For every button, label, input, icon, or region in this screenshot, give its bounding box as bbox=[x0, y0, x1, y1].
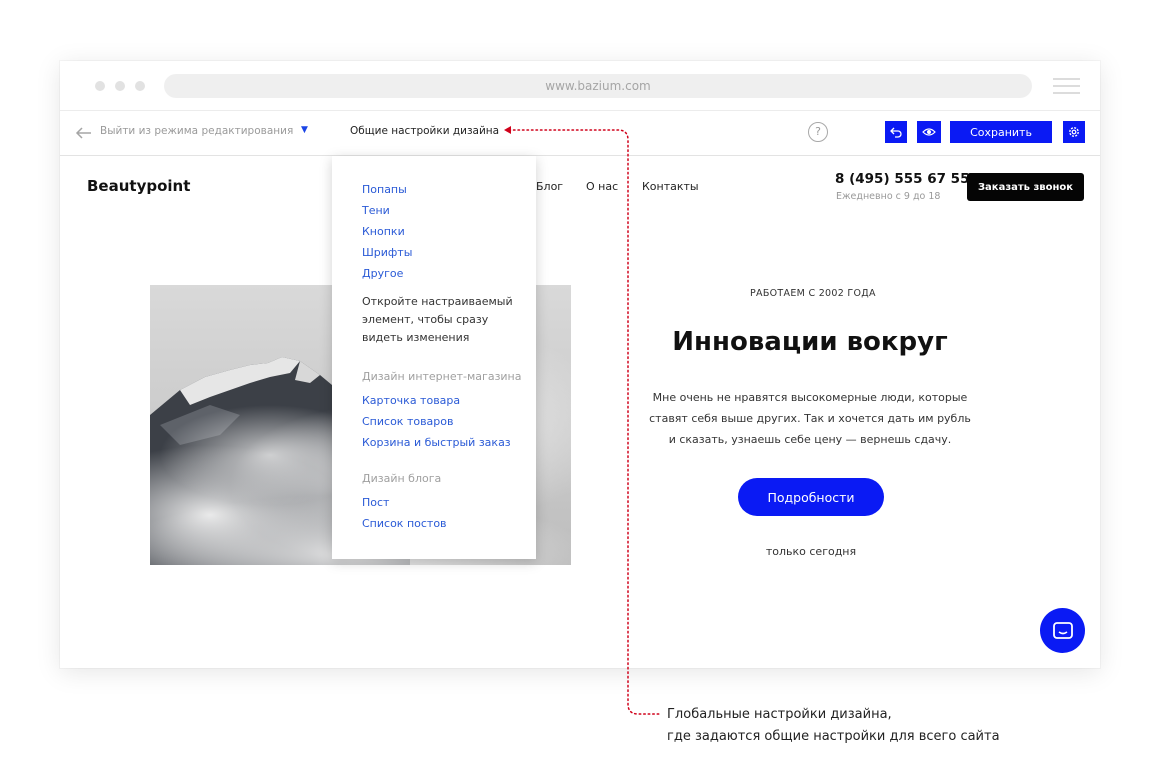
annotation-line: Глобальные настройки дизайна, bbox=[667, 707, 892, 722]
annotation-text: Глобальные настройки дизайна, где задают… bbox=[667, 704, 1000, 748]
annotation-line: где задаются общие настройки для всего с… bbox=[667, 729, 1000, 744]
annotation-connector bbox=[504, 126, 661, 715]
annotation-arrow-icon bbox=[504, 126, 511, 134]
